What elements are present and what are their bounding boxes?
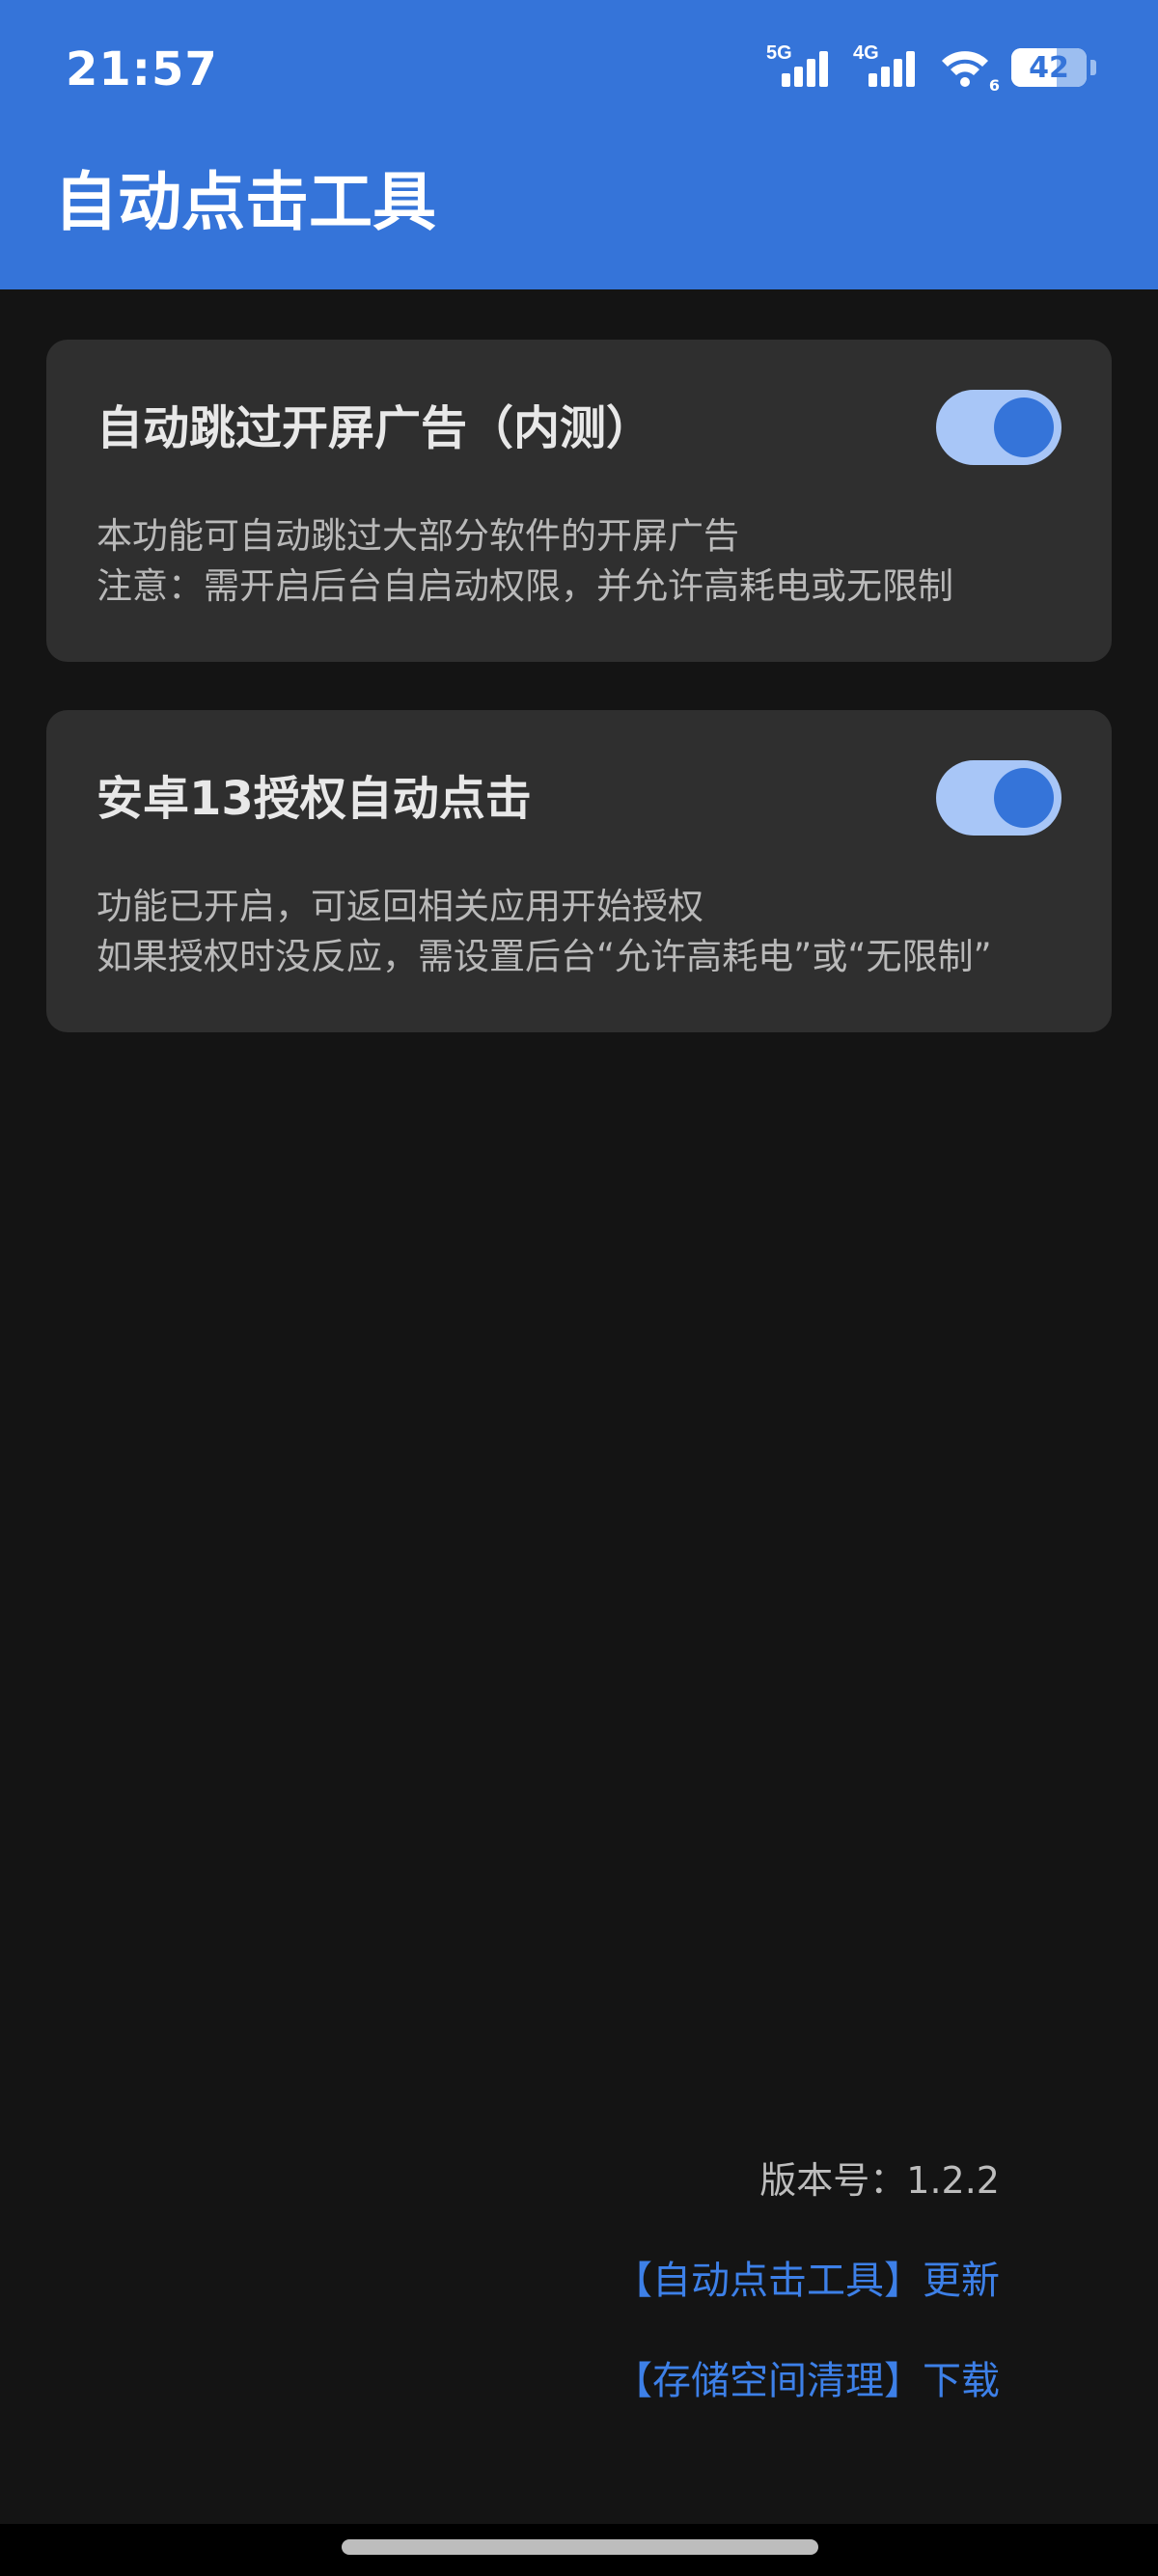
battery-level: 42 xyxy=(1029,50,1069,85)
status-time: 21:57 xyxy=(66,42,218,96)
battery-icon: 42 xyxy=(1011,48,1087,87)
skip-ads-toggle[interactable] xyxy=(936,390,1062,465)
wifi-badge: 6 xyxy=(988,76,1000,95)
setting-card-skip-ads: 自动跳过开屏广告（内测） 本功能可自动跳过大部分软件的开屏广告 注意：需开启后台… xyxy=(46,340,1112,662)
wifi-icon: 6 xyxy=(940,44,1000,95)
update-link[interactable]: 【自动点击工具】更新 xyxy=(614,2254,1000,2308)
version-label: 版本号：1.2.2 xyxy=(759,2159,1000,2202)
battery-tip xyxy=(1090,60,1096,75)
signal-4g-icon: 4G xyxy=(853,42,924,91)
setting-card-android13: 安卓13授权自动点击 功能已开启，可返回相关应用开始授权 如果授权时没反应，需设… xyxy=(46,710,1112,1032)
card-description: 本功能可自动跳过大部分软件的开屏广告 注意：需开启后台自启动权限，并允许高耗电或… xyxy=(96,511,953,612)
toggle-knob xyxy=(994,768,1054,828)
toggle-knob xyxy=(994,397,1054,457)
card-desc-line: 注意：需开启后台自启动权限，并允许高耗电或无限制 xyxy=(96,565,953,607)
app-header: 21:57 5G 4G 6 42 自动点击工具 xyxy=(0,0,1158,289)
download-link[interactable]: 【存储空间清理】下载 xyxy=(614,2354,1000,2408)
card-title: 安卓13授权自动点击 xyxy=(96,772,532,826)
screen: 21:57 5G 4G 6 42 自动点击工具 自动跳过开屏广告（内测） 本功能… xyxy=(0,0,1158,2576)
status-icons: 5G 4G 6 42 xyxy=(766,42,1096,95)
card-description: 功能已开启，可返回相关应用开始授权 如果授权时没反应，需设置后台“允许高耗电”或… xyxy=(96,882,992,982)
card-desc-line: 功能已开启，可返回相关应用开始授权 xyxy=(96,886,703,927)
card-desc-line: 本功能可自动跳过大部分软件的开屏广告 xyxy=(96,515,739,557)
card-title: 自动跳过开屏广告（内测） xyxy=(96,401,653,455)
signal-5g-icon: 5G xyxy=(766,42,838,91)
card-desc-line: 如果授权时没反应，需设置后台“允许高耗电”或“无限制” xyxy=(96,936,992,977)
android13-auto-click-toggle[interactable] xyxy=(936,760,1062,836)
home-indicator[interactable] xyxy=(342,2539,818,2555)
app-title: 自动点击工具 xyxy=(54,165,436,239)
